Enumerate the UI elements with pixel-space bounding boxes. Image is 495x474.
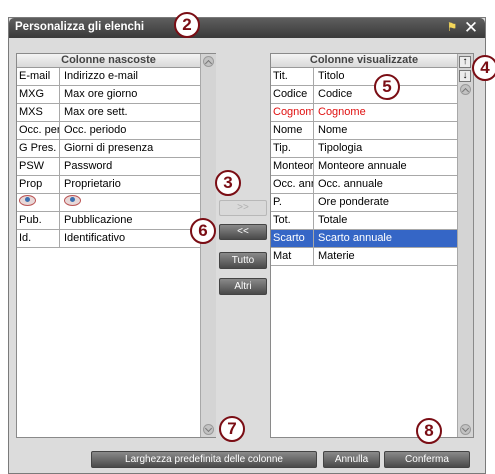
hidden-columns-list[interactable]: Colonne nascoste E-mail Indirizzo e-mail M… [16, 53, 216, 438]
all-button[interactable]: Tutto [219, 252, 267, 269]
shown-columns-header: Colonne visualizzate [271, 54, 457, 68]
default-width-button[interactable]: Larghezza predefinita delle colonne [91, 451, 317, 468]
column-code: MXG [17, 86, 60, 103]
move-right-button[interactable]: >> [219, 200, 267, 216]
list-row[interactable]: MXS Max ore sett. [17, 104, 200, 122]
list-row[interactable]: MXG Max ore giorno [17, 86, 200, 104]
column-code: PSW [17, 158, 60, 175]
window-title: Personalizza gli elenchi [15, 21, 145, 33]
list-row[interactable]: Codice Codice [271, 86, 457, 104]
column-label: Materie [318, 250, 355, 262]
column-label: Tipologia [318, 142, 363, 154]
column-code: P. [271, 194, 314, 211]
column-code: Mat [271, 248, 314, 265]
column-code: MXS [17, 104, 60, 121]
list-row[interactable]: E-mail Indirizzo e-mail [17, 68, 200, 86]
column-label: Password [64, 160, 113, 172]
shown-columns-list[interactable]: Colonne visualizzate Tit. Titolo Codice Cod… [270, 53, 474, 438]
list-row[interactable]: Tot. Totale [271, 212, 457, 230]
column-label: Monteore annuale [318, 160, 407, 172]
customize-lists-window: Personalizza gli elenchi ⚑ ✕ Colonne nas… [8, 17, 486, 474]
hidden-columns-rows: E-mail Indirizzo e-mail MXG Max ore giorno M… [17, 68, 200, 248]
column-code: Prop [17, 176, 60, 193]
list-row[interactable]: G Pres. Giorni di presenza [17, 140, 200, 158]
move-left-button[interactable]: << [219, 224, 267, 240]
column-code: Codice [271, 86, 314, 103]
column-label: Nome [318, 124, 348, 136]
hidden-columns-scrollbar[interactable] [200, 54, 216, 437]
eye-icon [17, 194, 60, 211]
column-label: Scarto annuale [318, 232, 392, 244]
list-row[interactable]: Monteore Monteore annuale [271, 158, 457, 176]
callout-5: 5 [374, 74, 400, 100]
callout-4: 4 [472, 55, 495, 81]
list-row[interactable]: Tit. Titolo [271, 68, 457, 86]
callout-3: 3 [215, 170, 241, 196]
move-down-button[interactable]: ↓ [459, 70, 471, 82]
shown-columns-scrollbar[interactable]: ↑ ↓ [457, 54, 473, 437]
column-code: E-mail [17, 68, 60, 85]
others-button[interactable]: Altri [219, 278, 267, 295]
column-code: Tip. [271, 140, 314, 157]
callout-8: 8 [416, 418, 442, 444]
column-label: Max ore giorno [64, 88, 138, 100]
column-label: Occ. annuale [318, 178, 383, 190]
list-row[interactable]: Occ. anr Occ. annuale [271, 176, 457, 194]
list-row[interactable]: Cognome Cognome [271, 104, 457, 122]
cancel-button[interactable]: Annulla [323, 451, 380, 468]
column-label: Giorni di presenza [64, 142, 154, 154]
column-code: Cognome [271, 104, 314, 121]
list-row[interactable]: Scarto Scarto annuale [271, 230, 457, 248]
scroll-down-icon[interactable] [460, 424, 471, 435]
column-code: Occ. anr [271, 176, 314, 193]
title-bar: Personalizza gli elenchi ⚑ ✕ [9, 18, 485, 38]
eye-icon [62, 194, 200, 211]
confirm-button[interactable]: Conferma [384, 451, 470, 468]
column-label: Pubblicazione [64, 214, 133, 226]
scroll-up-icon[interactable] [460, 84, 471, 95]
column-code: Tot. [271, 212, 314, 229]
hidden-columns-header: Colonne nascoste [17, 54, 200, 68]
column-code: Pub. [17, 212, 60, 229]
list-row[interactable]: Occ. per Occ. periodo [17, 122, 200, 140]
column-code: Scarto [271, 230, 314, 247]
column-code: Monteore [271, 158, 314, 175]
column-label: Max ore sett. [64, 106, 128, 118]
list-row[interactable] [17, 194, 200, 212]
column-label: Occ. periodo [64, 124, 127, 136]
callout-7: 7 [219, 416, 245, 442]
column-label: Indirizzo e-mail [64, 70, 138, 82]
column-label: Proprietario [64, 178, 121, 190]
list-row[interactable]: Nome Nome [271, 122, 457, 140]
list-row[interactable]: PSW Password [17, 158, 200, 176]
list-row[interactable]: Pub. Pubblicazione [17, 212, 200, 230]
callout-6: 6 [190, 218, 216, 244]
column-label: Totale [318, 214, 348, 226]
list-row[interactable]: Id. Identificativo [17, 230, 200, 248]
list-row[interactable]: Prop Proprietario [17, 176, 200, 194]
pin-icon[interactable]: ⚑ [446, 21, 458, 34]
column-label: Cognome [318, 106, 366, 118]
column-label: Ore ponderate [318, 196, 389, 208]
list-row[interactable]: Mat Materie [271, 248, 457, 266]
column-code: Tit. [271, 68, 314, 85]
column-code: Nome [271, 122, 314, 139]
scroll-up-icon[interactable] [203, 56, 214, 67]
column-code: Id. [17, 230, 60, 247]
column-code: G Pres. [17, 140, 60, 157]
column-label: Identificativo [64, 232, 126, 244]
scroll-down-icon[interactable] [203, 424, 214, 435]
shown-columns-rows: Tit.TitoloCodiceCodiceCognomeCognomeNome… [271, 68, 457, 266]
column-code: Occ. per [17, 122, 60, 139]
move-up-button[interactable]: ↑ [459, 56, 471, 68]
callout-2: 2 [174, 12, 200, 38]
list-row[interactable]: P. Ore ponderate [271, 194, 457, 212]
close-icon[interactable]: ✕ [462, 18, 480, 38]
list-row[interactable]: Tip. Tipologia [271, 140, 457, 158]
